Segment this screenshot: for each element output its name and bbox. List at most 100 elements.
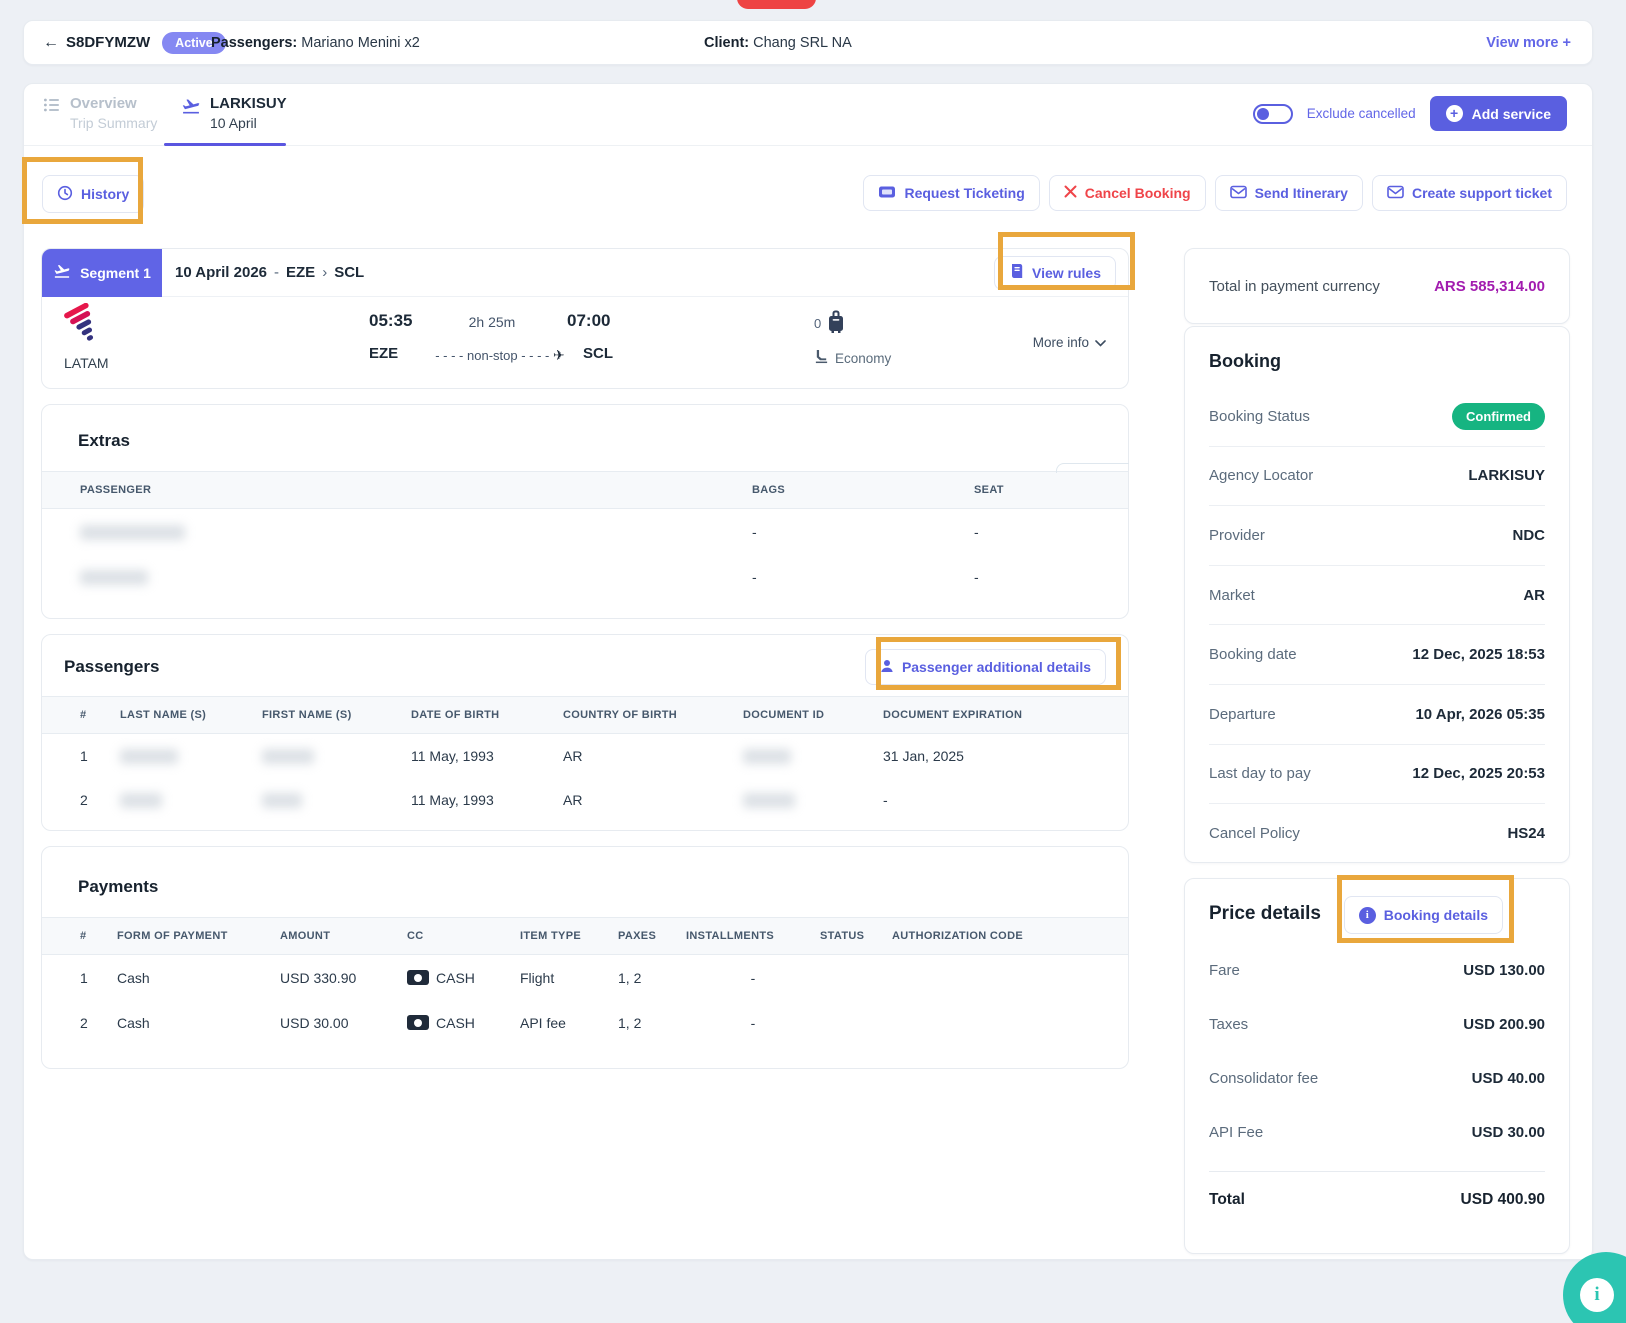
plus-circle-icon: +: [1446, 105, 1463, 122]
tab-segment-title: LARKISUY: [210, 94, 287, 113]
add-service-button[interactable]: + Add service: [1430, 96, 1567, 131]
payment-item-type: Flight: [520, 970, 618, 986]
banknote-icon: [407, 970, 429, 985]
booking-row-label: Booking date: [1209, 646, 1297, 663]
extras-card: Extras PASSENGER BAGS SEAT - - - -: [41, 404, 1129, 619]
cancel-booking-button[interactable]: Cancel Booking: [1049, 175, 1206, 211]
price-row-label: API Fee: [1209, 1124, 1263, 1141]
latam-logo: [64, 336, 104, 353]
collapsed-element-outline: [1056, 463, 1129, 473]
list-icon: [43, 96, 61, 133]
payment-num: 1: [80, 970, 117, 986]
payments-col-status: STATUS: [820, 930, 892, 942]
send-itinerary-button[interactable]: Send Itinerary: [1215, 175, 1363, 211]
passengers-col-doc: DOCUMENT ID: [743, 709, 883, 721]
client-value: Chang SRL NA: [753, 35, 852, 51]
history-button[interactable]: History: [42, 175, 144, 213]
price-row-value: USD 30.00: [1472, 1124, 1545, 1141]
booking-row-label: Provider: [1209, 527, 1265, 544]
price-total-label: Total: [1209, 1191, 1245, 1209]
booking-row-value: AR: [1523, 587, 1545, 604]
request-ticketing-button[interactable]: Request Ticketing: [863, 175, 1039, 211]
payment-item-type: API fee: [520, 1015, 618, 1031]
passengers-value: Mariano Menini x2: [301, 35, 419, 51]
tab-overview[interactable]: Overview Trip Summary: [43, 94, 157, 133]
stops-label: non-stop: [467, 348, 518, 363]
booking-row-value: LARKISUY: [1468, 467, 1545, 484]
stops-dashes-left: - - - -: [435, 348, 463, 363]
payments-col-paxes: PAXES: [618, 930, 686, 942]
header-controls: Exclude cancelled + Add service: [1253, 96, 1567, 131]
booking-header: ← S8DFYMZW Active Passengers: Mariano Me…: [23, 20, 1593, 65]
segment-header: Segment 1 10 April 2026 - EZE › SCL View…: [42, 249, 1128, 297]
redacted-first-name: [262, 793, 302, 808]
help-info-button[interactable]: i: [1563, 1252, 1626, 1323]
passengers-label: Passengers:: [211, 35, 297, 51]
booking-row: Cancel Policy HS24: [1209, 804, 1545, 864]
back-icon[interactable]: ←: [43, 34, 59, 52]
passenger-additional-details-button[interactable]: Passenger additional details: [865, 649, 1106, 685]
passengers-col-num: #: [80, 709, 120, 721]
cancel-booking-label: Cancel Booking: [1085, 185, 1191, 201]
price-total-row: Total USD 400.90: [1209, 1171, 1545, 1229]
view-more-link[interactable]: View more +: [1486, 35, 1571, 51]
total-currency-label: Total in payment currency: [1209, 278, 1380, 295]
booking-row-label: Last day to pay: [1209, 765, 1311, 782]
payment-installments: -: [686, 1015, 820, 1031]
view-rules-button[interactable]: View rules: [994, 256, 1116, 290]
booking-row-label: Booking Status: [1209, 408, 1310, 425]
banknote-icon: [407, 1015, 429, 1030]
plane-icon: ✈: [553, 347, 565, 363]
seat-icon: [814, 349, 829, 367]
booking-rows: Booking Status Confirmed Agency Locator …: [1209, 387, 1545, 864]
ticket-icon: [878, 185, 896, 202]
view-rules-label: View rules: [1032, 265, 1101, 281]
confirmed-badge: Confirmed: [1452, 403, 1545, 430]
date-route-separator: -: [274, 264, 279, 281]
extras-bags-value: -: [752, 524, 974, 540]
table-row: - -: [42, 509, 1128, 554]
segment-card: Segment 1 10 April 2026 - EZE › SCL View…: [41, 248, 1129, 389]
envelope-icon: [1387, 185, 1404, 202]
passengers-col-country: COUNTRY OF BIRTH: [563, 709, 743, 721]
passenger-country: AR: [563, 748, 743, 764]
create-support-ticket-button[interactable]: Create support ticket: [1372, 175, 1567, 211]
extras-title: Extras: [78, 431, 1128, 451]
booking-row: Provider NDC: [1209, 506, 1545, 566]
redacted-document-id: [743, 749, 791, 764]
price-row-value: USD 130.00: [1463, 962, 1545, 979]
flight-takeoff-icon: [181, 96, 201, 133]
segment-from: EZE: [286, 264, 315, 281]
passengers-col-dob: DATE OF BIRTH: [411, 709, 563, 721]
extras-col-passenger: PASSENGER: [80, 484, 752, 496]
send-itinerary-label: Send Itinerary: [1255, 185, 1348, 201]
book-icon: [1009, 263, 1024, 282]
tab-segment[interactable]: LARKISUY 10 April: [181, 94, 287, 133]
booking-row-label: Cancel Policy: [1209, 825, 1300, 842]
extras-seat-value: -: [974, 524, 1090, 540]
chevron-down-icon: [1095, 335, 1106, 350]
booking-row-value: 10 Apr, 2026 05:35: [1415, 706, 1545, 723]
more-info-link[interactable]: More info: [1033, 335, 1106, 350]
airline-block: LATAM: [64, 303, 109, 371]
redacted-last-name: [120, 749, 178, 764]
booking-row-value: 12 Dec, 2025 20:53: [1412, 765, 1545, 782]
payment-cc: CASH: [436, 970, 475, 986]
payments-col-cc: CC: [407, 930, 520, 942]
arrival-time: 07:00: [567, 311, 610, 331]
table-row: - -: [42, 554, 1128, 599]
extras-seat-value: -: [974, 569, 1090, 585]
passenger-doc-expiration: -: [883, 792, 1090, 808]
price-row-label: Consolidator fee: [1209, 1070, 1318, 1087]
booking-row-label: Agency Locator: [1209, 467, 1313, 484]
price-row: Taxes USD 200.90: [1209, 997, 1545, 1051]
booking-row: Last day to pay 12 Dec, 2025 20:53: [1209, 745, 1545, 805]
cabin-class: Economy: [814, 349, 891, 367]
price-rows: Fare USD 130.00 Taxes USD 200.90 Consoli…: [1209, 943, 1545, 1159]
passenger-doc-expiration: 31 Jan, 2025: [883, 748, 1090, 764]
price-total-value: USD 400.90: [1461, 1191, 1545, 1209]
booking-row: Booking Status Confirmed: [1209, 387, 1545, 447]
exclude-cancelled-toggle[interactable]: [1253, 104, 1293, 124]
booking-details-button[interactable]: i Booking details: [1344, 896, 1503, 934]
segment-tab[interactable]: Segment 1: [42, 249, 162, 297]
